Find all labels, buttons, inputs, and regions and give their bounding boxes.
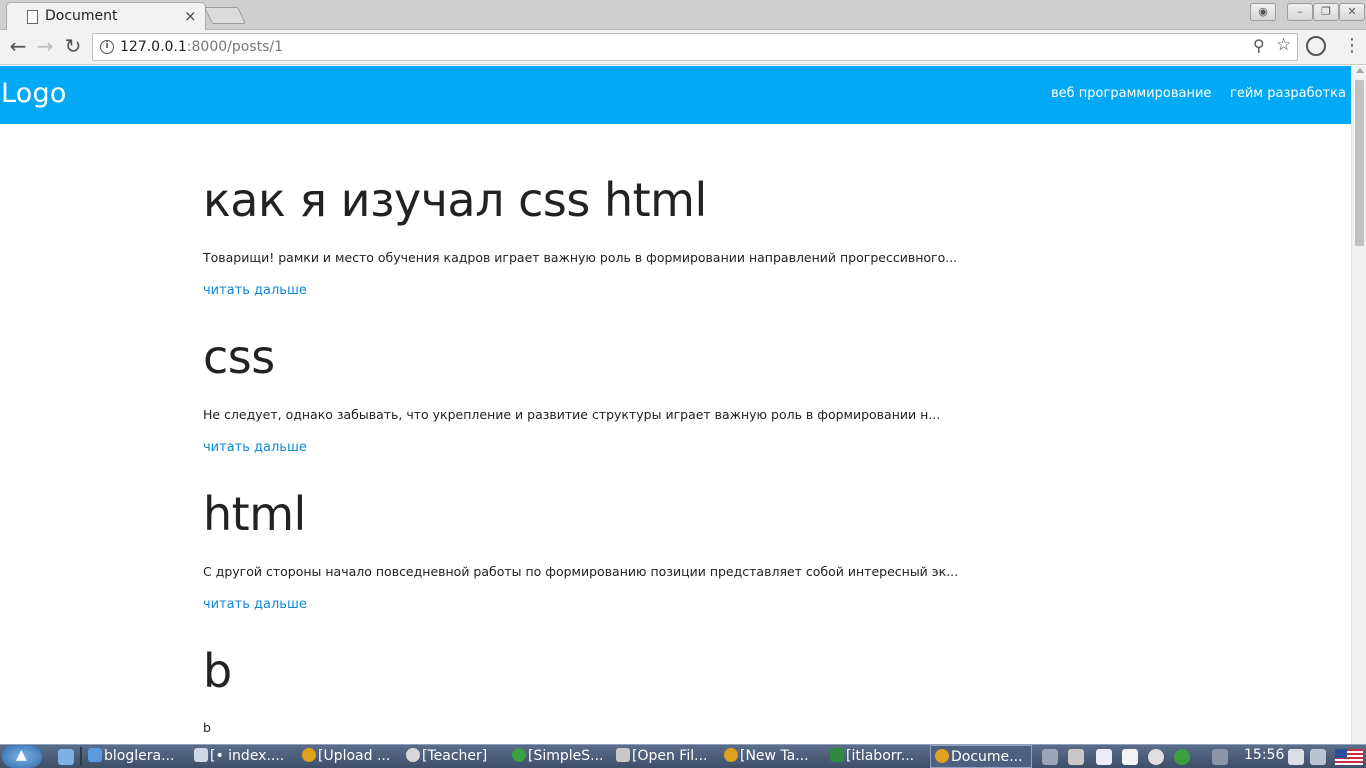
back-button[interactable]: ← xyxy=(6,34,30,58)
nav-link-web-programming[interactable]: веб программирование xyxy=(1051,86,1211,101)
extension-icon[interactable] xyxy=(1306,36,1326,56)
taskbar-item[interactable]: [itlaborr... xyxy=(826,745,930,768)
document-icon xyxy=(27,10,38,24)
update-icon[interactable] xyxy=(1174,749,1190,765)
tab-document[interactable]: Document × xyxy=(6,2,206,30)
messenger-icon[interactable] xyxy=(1148,749,1164,765)
volume-icon[interactable] xyxy=(1042,749,1058,765)
menu-icon[interactable]: ⋮ xyxy=(1343,36,1361,56)
taskbar-item[interactable]: [Teacher] xyxy=(402,745,506,768)
taskbar-item-label: [itlaborr... xyxy=(846,748,915,764)
tab-title: Document xyxy=(45,8,118,24)
app-icon xyxy=(512,748,526,762)
profile-icon: ◉ xyxy=(1258,5,1268,18)
chrome-icon xyxy=(302,748,316,762)
info-icon[interactable]: i xyxy=(100,40,114,54)
zoom-icon[interactable]: ⚲ xyxy=(1253,36,1265,55)
taskbar-item[interactable]: [• index.... xyxy=(190,745,296,768)
taskbar-item-active[interactable]: Docume... xyxy=(930,745,1032,768)
read-more-link[interactable]: читать дальше xyxy=(203,283,307,298)
clipboard-icon[interactable] xyxy=(1068,749,1084,765)
taskbar-item-label: [Upload ... xyxy=(318,748,391,764)
taskbar-item[interactable]: [Open Fil... xyxy=(612,745,720,768)
url-text[interactable]: 127.0.0.1:8000/posts/1 xyxy=(120,39,283,55)
nav-link-game-development[interactable]: гейм разработка xyxy=(1230,86,1346,101)
browser-toolbar: ← → ↻ i 127.0.0.1:8000/posts/1 ⚲ ☆ ⋮ xyxy=(0,30,1366,65)
taskbar-item-label: [Teacher] xyxy=(422,748,488,764)
chrome-icon xyxy=(935,749,949,763)
monitor-icon[interactable] xyxy=(1310,749,1326,765)
taskbar-item[interactable]: [Upload ... xyxy=(298,745,404,768)
editor-icon xyxy=(194,748,208,762)
bookmark-star-icon[interactable]: ☆ xyxy=(1276,35,1291,55)
scroll-thumb[interactable] xyxy=(1355,80,1364,246)
dialog-icon xyxy=(616,748,630,762)
scroll-up-arrow-icon[interactable] xyxy=(1356,68,1364,73)
post-excerpt: b xyxy=(203,720,211,735)
taskbar-item[interactable]: bloglera... xyxy=(84,745,188,768)
reload-button[interactable]: ↻ xyxy=(61,34,85,58)
x-icon[interactable] xyxy=(1122,749,1138,765)
terminal-icon xyxy=(830,748,844,762)
page-scrollbar[interactable] xyxy=(1351,66,1366,744)
close-icon: ✕ xyxy=(1347,5,1357,18)
minimize-icon: – xyxy=(1297,5,1303,18)
taskbar-item-label: bloglera... xyxy=(104,748,175,764)
pidgin-icon xyxy=(406,748,420,762)
taskbar-separator xyxy=(80,747,82,766)
site-logo[interactable]: Logo xyxy=(1,78,67,109)
profile-button[interactable]: ◉ xyxy=(1250,3,1276,21)
post-excerpt: Не следует, однако забывать, что укрепле… xyxy=(203,407,941,422)
post-title: b xyxy=(203,644,232,698)
page-viewport: Logo веб программирование гейм разработк… xyxy=(0,66,1351,744)
minimize-button[interactable]: – xyxy=(1287,3,1313,21)
post-excerpt: С другой стороны начало повседневной раб… xyxy=(203,564,959,579)
read-more-link[interactable]: читать дальше xyxy=(203,597,307,612)
maximize-icon: ❐ xyxy=(1321,5,1331,18)
taskbar-item-label: [SimpleS... xyxy=(528,748,604,764)
clock[interactable]: 15:56 xyxy=(1244,747,1284,763)
window-icon[interactable] xyxy=(1288,749,1304,765)
browser-tab-bar: Document × ◉ – ❐ ✕ xyxy=(0,0,1366,30)
start-icon: ▲ xyxy=(16,747,27,763)
taskbar-item-label: Docume... xyxy=(951,749,1023,765)
post-title: как я изучал css html xyxy=(203,173,707,227)
taskbar-item[interactable]: [SimpleS... xyxy=(508,745,612,768)
read-more-link[interactable]: читать дальше xyxy=(203,440,307,455)
post-title: css xyxy=(203,330,275,384)
us-flag-icon[interactable] xyxy=(1335,749,1363,765)
site-header: Logo веб программирование гейм разработк… xyxy=(0,66,1351,124)
chrome-icon xyxy=(724,748,738,762)
close-window-button[interactable]: ✕ xyxy=(1339,3,1365,21)
taskbar-item-label: [Open Fil... xyxy=(632,748,708,764)
os-taskbar: ▲ bloglera... [• index.... [Upload ... [… xyxy=(0,744,1366,768)
post-excerpt: Товарищи! рамки и место обучения кадров … xyxy=(203,250,958,265)
maximize-button[interactable]: ❐ xyxy=(1313,3,1339,21)
show-desktop-icon[interactable] xyxy=(58,749,74,765)
url-host: 127.0.0.1 xyxy=(120,39,187,55)
forward-button[interactable]: → xyxy=(33,34,57,58)
url-path: :8000/posts/1 xyxy=(186,39,284,55)
address-bar[interactable]: i 127.0.0.1:8000/posts/1 ⚲ ☆ xyxy=(92,33,1298,61)
network-signal-icon[interactable] xyxy=(1212,749,1228,765)
new-tab-button[interactable] xyxy=(204,7,246,24)
post-title: html xyxy=(203,487,306,541)
start-menu-button[interactable]: ▲ xyxy=(2,745,42,768)
taskbar-item[interactable]: [New Ta... xyxy=(720,745,826,768)
taskbar-item-label: [New Ta... xyxy=(740,748,809,764)
folder-icon xyxy=(88,748,102,762)
tab-close-icon[interactable]: × xyxy=(184,7,197,25)
taskbar-item-label: [• index.... xyxy=(210,748,285,764)
dropbox-icon[interactable] xyxy=(1096,749,1112,765)
